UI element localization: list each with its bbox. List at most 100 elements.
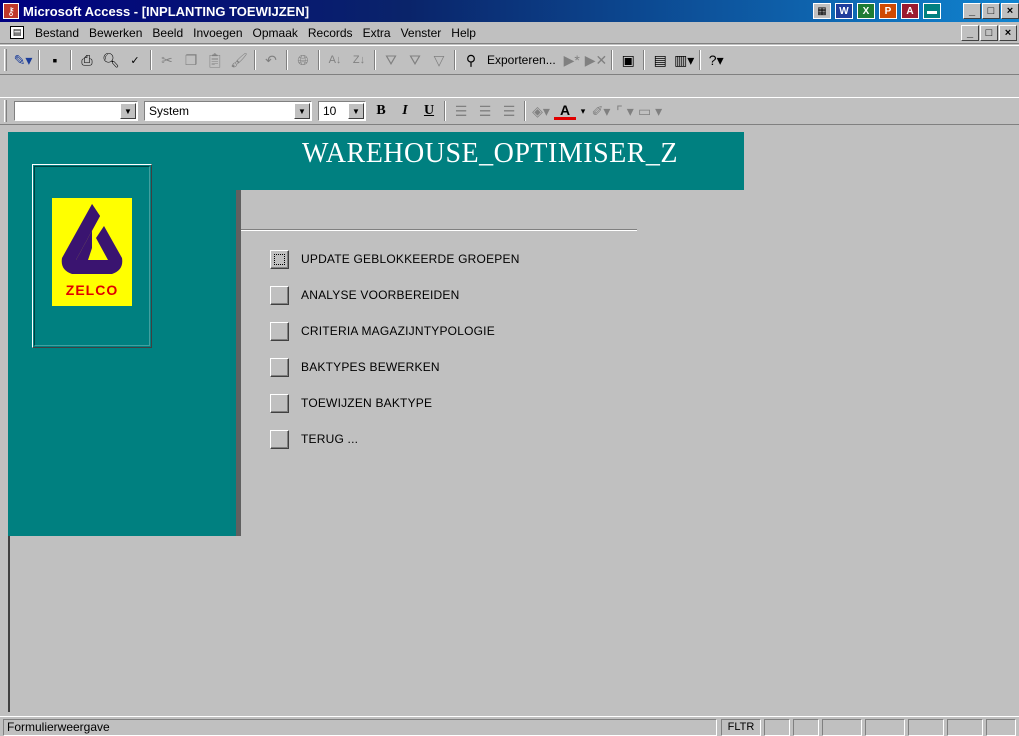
panel-shadow [236, 190, 241, 536]
print-preview-icon[interactable]: 🔍︎ [100, 49, 122, 71]
underline-button[interactable]: U [418, 100, 440, 122]
maximize-button[interactable]: □ [982, 3, 1000, 19]
print-icon[interactable]: ⎙ [76, 49, 98, 71]
export-button[interactable]: Exporteren... [483, 53, 560, 67]
status-indicator-fltr: FLTR [721, 719, 761, 736]
status-indicator [986, 719, 1016, 736]
menu-option-label: BAKTYPES BEWERKEN [301, 360, 440, 374]
find-icon[interactable]: ⚲ [460, 49, 482, 71]
toolbar-separator [444, 101, 446, 121]
align-left-icon[interactable]: ☰ [450, 100, 472, 122]
terug-button[interactable] [270, 429, 289, 449]
line-width-icon[interactable]: ▭ ▾ [638, 100, 662, 122]
chevron-down-icon[interactable]: ▾ [578, 100, 588, 122]
line-color-icon[interactable]: ✐▾ [590, 100, 612, 122]
menu-beeld[interactable]: Beeld [147, 26, 188, 40]
menu-help[interactable]: Help [446, 26, 481, 40]
menu-bewerken[interactable]: Bewerken [84, 26, 147, 40]
window-controls: _ □ × [963, 3, 1019, 19]
close-button[interactable]: × [1001, 3, 1019, 19]
paste-icon[interactable]: 📋︎ [204, 49, 226, 71]
toolbar-separator [318, 50, 320, 70]
font-combo-value: System [149, 104, 190, 118]
object-combo[interactable]: ▼ [14, 101, 138, 121]
menu-option: BAKTYPES BEWERKEN [270, 349, 520, 385]
filter-by-form-icon[interactable]: ⛛ [404, 49, 426, 71]
help-icon[interactable]: ?▾ [705, 49, 727, 71]
new-record-icon[interactable]: ▶* [561, 49, 583, 71]
filter-by-selection-icon[interactable]: ⛛ [380, 49, 402, 71]
new-object-icon[interactable]: ▥▾ [673, 49, 695, 71]
view-icon[interactable]: ✎▾ [12, 49, 34, 71]
doc-close-button[interactable]: × [999, 25, 1017, 41]
menu-option: TOEWIJZEN BAKTYPE [270, 385, 520, 421]
menu-extra[interactable]: Extra [358, 26, 396, 40]
menu-opmaak[interactable]: Opmaak [248, 26, 303, 40]
toolbar-separator [524, 101, 526, 121]
minimize-button[interactable]: _ [963, 3, 981, 19]
criteria-magazijntypologie-button[interactable] [270, 321, 289, 341]
access-icon[interactable]: ⚷ [3, 3, 19, 19]
status-indicator [822, 719, 862, 736]
powerpoint-icon[interactable]: P [879, 3, 897, 19]
menu-option: CRITERIA MAGAZIJNTYPOLOGIE [270, 313, 520, 349]
properties-icon[interactable]: ▣ [617, 49, 639, 71]
toolbar-separator [374, 50, 376, 70]
sort-descending-icon[interactable]: Z↓ [348, 49, 370, 71]
status-text: Formulierweergave [3, 719, 717, 736]
form-window-icon[interactable]: ▤ [10, 26, 24, 39]
format-painter-icon[interactable]: 🖌︎ [228, 49, 250, 71]
save-icon[interactable]: ▪ [44, 49, 66, 71]
toewijzen-baktype-button[interactable] [270, 393, 289, 413]
toolbar-separator [38, 50, 40, 70]
desktop-icon[interactable]: ▬ [923, 3, 941, 19]
access-icon[interactable]: A [901, 3, 919, 19]
word-icon[interactable]: W [835, 3, 853, 19]
menu-bar: ▤ Bestand Bewerken Beeld Invoegen Opmaak… [0, 22, 1019, 44]
hyperlink-icon[interactable]: 🌐︎ [292, 49, 314, 71]
menu-venster[interactable]: Venster [396, 26, 447, 40]
undo-icon[interactable]: ↶ [260, 49, 282, 71]
menu-invoegen[interactable]: Invoegen [188, 26, 247, 40]
menu-option: UPDATE GEBLOKKEERDE GROEPEN [270, 241, 520, 277]
menu-records[interactable]: Records [303, 26, 358, 40]
excel-icon[interactable]: X [857, 3, 875, 19]
chevron-down-icon[interactable]: ▼ [348, 103, 364, 119]
database-window-icon[interactable]: ▤ [649, 49, 671, 71]
office-shortcut-icon[interactable]: ▦ [813, 3, 831, 19]
sort-ascending-icon[interactable]: A↓ [324, 49, 346, 71]
status-indicator [793, 719, 819, 736]
menu-option-label: UPDATE GEBLOKKEERDE GROEPEN [301, 252, 520, 266]
status-indicator [908, 719, 944, 736]
fill-color-icon[interactable]: ◈▾ [530, 100, 552, 122]
align-center-icon[interactable]: ☰ [474, 100, 496, 122]
delete-record-icon[interactable]: ▶✕ [585, 49, 608, 71]
toolbar-grip[interactable] [4, 49, 7, 71]
copy-icon[interactable]: ❐ [180, 49, 202, 71]
analyse-voorbereiden-button[interactable] [270, 285, 289, 305]
font-color-icon[interactable]: A [554, 102, 576, 120]
border-style-icon[interactable]: ⌜ ▾ [614, 100, 636, 122]
baktypes-bewerken-button[interactable] [270, 357, 289, 377]
menu-option-label: CRITERIA MAGAZIJNTYPOLOGIE [301, 324, 495, 338]
doc-maximize-button[interactable]: □ [980, 25, 998, 41]
font-combo[interactable]: System ▼ [144, 101, 312, 121]
menu-bestand[interactable]: Bestand [30, 26, 84, 40]
apply-filter-icon[interactable]: ▽ [428, 49, 450, 71]
document-window-controls: _ □ × [961, 25, 1017, 41]
cut-icon[interactable]: ✂ [156, 49, 178, 71]
font-size-combo[interactable]: 10 ▼ [318, 101, 366, 121]
chevron-down-icon[interactable]: ▼ [120, 103, 136, 119]
doc-minimize-button[interactable]: _ [961, 25, 979, 41]
logo-wordmark: ZELCO [65, 282, 119, 298]
italic-button[interactable]: I [394, 100, 416, 122]
form-title: WAREHOUSE_OPTIMISER_Z [301, 138, 679, 169]
toolbar-grip[interactable] [4, 100, 7, 122]
toolbar-separator [286, 50, 288, 70]
align-right-icon[interactable]: ☰ [498, 100, 520, 122]
spelling-icon[interactable]: ✓ [124, 49, 146, 71]
update-geblokkeerde-groepen-button[interactable] [270, 249, 289, 269]
bold-button[interactable]: B [370, 100, 392, 122]
chevron-down-icon[interactable]: ▼ [294, 103, 310, 119]
formatting-toolbar: ▼ System ▼ 10 ▼ B I U ☰ ☰ ☰ ◈▾ A ▾ ✐▾ ⌜ … [0, 97, 1019, 125]
